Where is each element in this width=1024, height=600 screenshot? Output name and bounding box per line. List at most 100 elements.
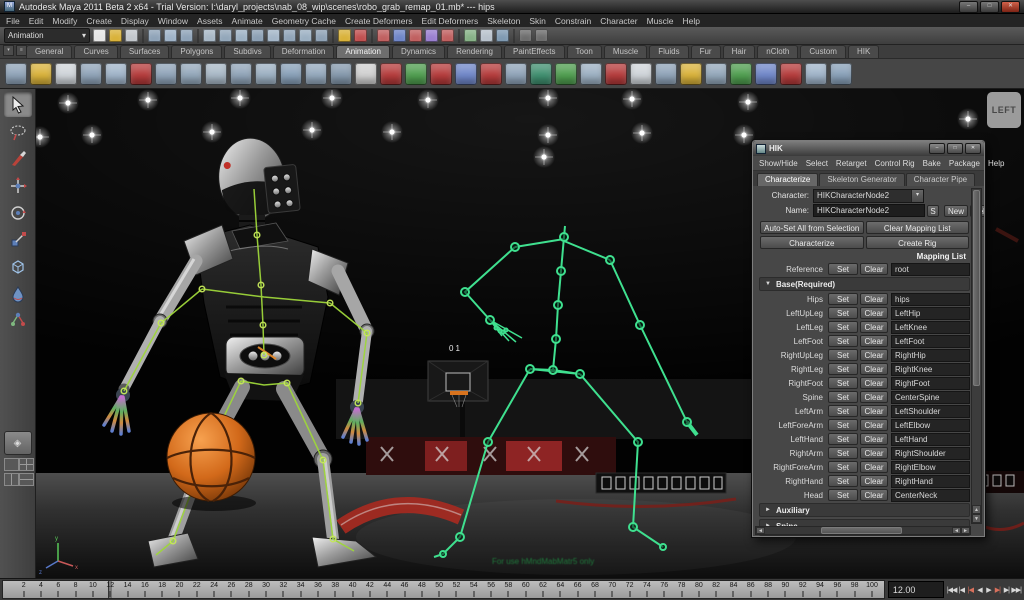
- shelf-tool-icon[interactable]: [730, 63, 752, 85]
- menu-item[interactable]: File: [6, 16, 20, 26]
- show-manipulator-tool[interactable]: [4, 308, 32, 333]
- shelf-tool-icon[interactable]: [455, 63, 477, 85]
- shelf-tab-switcher[interactable]: ▾ ≡: [3, 45, 27, 56]
- collapsed-section-header[interactable]: ► Neck: [759, 535, 970, 536]
- shelf-tool-icon[interactable]: [505, 63, 527, 85]
- scroll-left-arrow-2[interactable]: ◄: [952, 527, 961, 534]
- horizontal-scrollbar[interactable]: ◄ ◄ ►: [755, 526, 971, 535]
- shelf-tool-icon[interactable]: [80, 63, 102, 85]
- shelf-tool-icon[interactable]: [430, 63, 452, 85]
- status-icon[interactable]: [535, 29, 548, 42]
- shelf-tool-icon[interactable]: [630, 63, 652, 85]
- shelf-tool-icon[interactable]: [780, 63, 802, 85]
- shelf-tool-icon[interactable]: [380, 63, 402, 85]
- playback-button[interactable]: ◀: [975, 586, 983, 594]
- status-icon[interactable]: [164, 29, 177, 42]
- clear-button[interactable]: Clear: [860, 391, 888, 403]
- shelf-tool-icon[interactable]: [605, 63, 627, 85]
- clear-button[interactable]: Clear: [860, 419, 888, 431]
- shelf-tab[interactable]: Animation: [336, 45, 390, 58]
- shelf-tool-icon[interactable]: [555, 63, 577, 85]
- hik-action-button[interactable]: Clear Mapping List: [866, 221, 970, 234]
- shelf-tool-icon[interactable]: [480, 63, 502, 85]
- scroll-left-arrow[interactable]: ◄: [756, 527, 765, 534]
- menu-item[interactable]: Create Deformers: [345, 16, 413, 26]
- status-icon[interactable]: [496, 29, 509, 42]
- hik-tab[interactable]: Character Pipe: [906, 173, 975, 186]
- mapping-value-field[interactable]: RightFoot: [891, 377, 970, 390]
- scale-tool[interactable]: [4, 227, 32, 252]
- shelf-options-icon[interactable]: ≡: [16, 45, 27, 56]
- hik-menu-item[interactable]: Help: [988, 159, 1004, 168]
- set-button[interactable]: Set: [828, 419, 858, 431]
- scroll-down-arrow[interactable]: ▼: [972, 514, 981, 523]
- shelf-tool-icon[interactable]: [655, 63, 677, 85]
- shelf-tool-icon[interactable]: [230, 63, 252, 85]
- shelf-tool-icon[interactable]: [580, 63, 602, 85]
- set-button[interactable]: Set: [828, 263, 858, 275]
- shelf-tab[interactable]: Rendering: [447, 45, 502, 58]
- character-dropdown[interactable]: HIKCharacterNode2 ▾: [813, 189, 924, 203]
- menu-item[interactable]: Help: [683, 16, 700, 26]
- layout-split-vertical-button[interactable]: [4, 473, 19, 486]
- hik-menu-item[interactable]: Control Rig: [875, 159, 915, 168]
- soft-modification-tool[interactable]: [4, 281, 32, 306]
- clear-button[interactable]: Clear: [860, 349, 888, 361]
- layout-four-pane-button[interactable]: [19, 458, 34, 471]
- base-section-header[interactable]: ▼ Base(Required): [759, 277, 970, 291]
- hik-action-button[interactable]: Characterize: [760, 236, 864, 249]
- hik-minimize-button[interactable]: –: [929, 143, 945, 154]
- playback-button[interactable]: |◀◀: [947, 586, 957, 594]
- clear-button[interactable]: Clear: [860, 335, 888, 347]
- menu-item[interactable]: Animate: [232, 16, 263, 26]
- clear-button[interactable]: Clear: [860, 293, 888, 305]
- set-button[interactable]: Set: [828, 335, 858, 347]
- menu-set-selector[interactable]: Animation ▾: [4, 28, 90, 43]
- rotate-tool[interactable]: [4, 200, 32, 225]
- clear-button[interactable]: Clear: [860, 489, 888, 501]
- shelf-tool-icon[interactable]: [180, 63, 202, 85]
- scroll-right-arrow[interactable]: ►: [961, 527, 970, 534]
- set-button[interactable]: Set: [828, 391, 858, 403]
- name-options-button[interactable]: S: [927, 205, 939, 217]
- hik-menu-item[interactable]: Retarget: [836, 159, 867, 168]
- menu-item[interactable]: Muscle: [647, 16, 674, 26]
- shelf-tab[interactable]: Custom: [800, 45, 846, 58]
- mapping-value-field[interactable]: RightHand: [891, 475, 970, 488]
- set-button[interactable]: Set: [828, 475, 858, 487]
- status-icon[interactable]: [519, 29, 532, 42]
- mapping-value-field[interactable]: hips: [891, 293, 970, 306]
- move-tool[interactable]: [4, 173, 32, 198]
- clear-button[interactable]: Clear: [860, 307, 888, 319]
- mapping-value-field[interactable]: CenterNeck: [891, 489, 970, 502]
- set-button[interactable]: Set: [828, 321, 858, 333]
- menu-item[interactable]: Character: [600, 16, 637, 26]
- status-icon[interactable]: [219, 29, 232, 42]
- menu-item[interactable]: Modify: [52, 16, 77, 26]
- paint-select-tool[interactable]: [4, 146, 32, 171]
- clear-button[interactable]: Clear: [860, 475, 888, 487]
- shelf-tool-icon[interactable]: [305, 63, 327, 85]
- hik-tab[interactable]: Characterize: [757, 173, 818, 186]
- current-time-field[interactable]: 12.00: [888, 581, 944, 598]
- hik-close-button[interactable]: ✕: [965, 143, 981, 154]
- hik-window[interactable]: HIK – □ ✕ Show/HideSelectRetargetControl…: [752, 140, 985, 537]
- status-icon[interactable]: [512, 29, 516, 43]
- status-icon[interactable]: [315, 29, 328, 42]
- vertical-scrollbar[interactable]: ▲ ▼: [971, 188, 982, 524]
- playback-button[interactable]: ▶▶|: [1011, 586, 1021, 594]
- maximize-button[interactable]: □: [980, 1, 999, 13]
- shelf-tool-icon[interactable]: [805, 63, 827, 85]
- time-slider[interactable]: 2468101214161820222426283032343638404244…: [2, 580, 885, 599]
- shelf-tool-icon[interactable]: [205, 63, 227, 85]
- status-icon[interactable]: [283, 29, 296, 42]
- mapping-value-field[interactable]: RightHip: [891, 349, 970, 362]
- playback-button[interactable]: |◀: [957, 586, 965, 594]
- shelf-tab[interactable]: Hair: [723, 45, 756, 58]
- shelf-tool-icon[interactable]: [680, 63, 702, 85]
- shelf-tab[interactable]: Polygons: [171, 45, 222, 58]
- status-icon[interactable]: [331, 29, 335, 43]
- shelf-tab[interactable]: Dynamics: [392, 45, 445, 58]
- scrollbar-thumb[interactable]: [973, 190, 980, 386]
- shelf-tool-icon[interactable]: [405, 63, 427, 85]
